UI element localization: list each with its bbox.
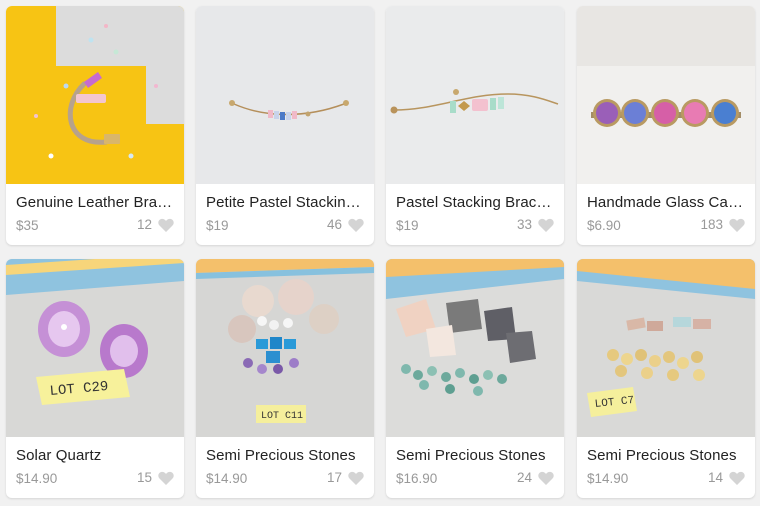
like-button[interactable]: 12 — [137, 217, 174, 232]
product-title[interactable]: Petite Pastel Stacking Bracelet — [206, 194, 366, 211]
product-image[interactable] — [386, 259, 564, 437]
heart-icon[interactable] — [729, 218, 745, 232]
like-count: 14 — [707, 470, 723, 485]
product-title[interactable]: Semi Precious Stones — [587, 447, 747, 464]
product-image[interactable]: LOT C11 — [196, 259, 374, 437]
product-image[interactable] — [196, 6, 374, 184]
like-count: 183 — [700, 217, 723, 232]
product-image[interactable] — [6, 6, 184, 184]
product-card[interactable]: Genuine Leather Bracelet $35 12 — [6, 6, 184, 245]
like-count: 15 — [136, 470, 152, 485]
product-price: $35 — [16, 218, 39, 233]
lot-label: LOT C11 — [261, 411, 303, 422]
like-count: 12 — [136, 217, 152, 232]
heart-icon[interactable] — [158, 218, 174, 232]
product-price: $14.90 — [206, 471, 248, 486]
like-count: 17 — [326, 470, 342, 485]
like-button[interactable]: 17 — [327, 470, 364, 485]
like-button[interactable]: 24 — [517, 470, 554, 485]
heart-icon[interactable] — [538, 471, 554, 485]
heart-icon[interactable] — [348, 471, 364, 485]
heart-icon[interactable] — [158, 471, 174, 485]
like-button[interactable]: 15 — [137, 470, 174, 485]
heart-icon[interactable] — [729, 471, 745, 485]
product-title[interactable]: Pastel Stacking Bracelet — [396, 194, 556, 211]
product-image[interactable]: LOT C7 — [577, 259, 755, 437]
heart-icon[interactable] — [538, 218, 554, 232]
product-title[interactable]: Solar Quartz — [16, 447, 176, 464]
product-title[interactable]: Handmade Glass Cabochon — [587, 194, 747, 211]
like-button[interactable]: 14 — [708, 470, 745, 485]
product-title[interactable]: Semi Precious Stones — [396, 447, 556, 464]
product-card[interactable]: Petite Pastel Stacking Bracelet $19 46 — [196, 6, 374, 245]
product-price: $6.90 — [587, 218, 621, 233]
product-card[interactable]: Pastel Stacking Bracelet $19 33 — [386, 6, 564, 245]
like-count: 46 — [326, 217, 342, 232]
like-button[interactable]: 33 — [517, 217, 554, 232]
product-card[interactable]: Handmade Glass Cabochon $6.90 183 — [577, 6, 755, 245]
product-price: $14.90 — [16, 471, 58, 486]
product-card[interactable]: LOT C29 Solar Quartz $14.90 15 — [6, 259, 184, 498]
product-price: $19 — [396, 218, 419, 233]
product-image[interactable] — [577, 6, 755, 184]
product-grid: Genuine Leather Bracelet $35 12 Petite P… — [0, 0, 760, 506]
heart-icon[interactable] — [348, 218, 364, 232]
product-card[interactable]: LOT C11 Semi Precious Stones $14.90 17 — [196, 259, 374, 498]
like-button[interactable]: 183 — [700, 217, 745, 232]
product-card[interactable]: Semi Precious Stones $16.90 24 — [386, 259, 564, 498]
product-image[interactable] — [386, 6, 564, 184]
like-count: 24 — [516, 470, 532, 485]
product-image[interactable]: LOT C29 — [6, 259, 184, 437]
product-card[interactable]: LOT C7 Semi Precious Stones $14.90 14 — [577, 259, 755, 498]
product-title[interactable]: Semi Precious Stones — [206, 447, 366, 464]
product-price: $14.90 — [587, 471, 629, 486]
product-price: $19 — [206, 218, 229, 233]
like-count: 33 — [516, 217, 532, 232]
product-price: $16.90 — [396, 471, 438, 486]
product-title[interactable]: Genuine Leather Bracelet — [16, 194, 176, 211]
like-button[interactable]: 46 — [327, 217, 364, 232]
